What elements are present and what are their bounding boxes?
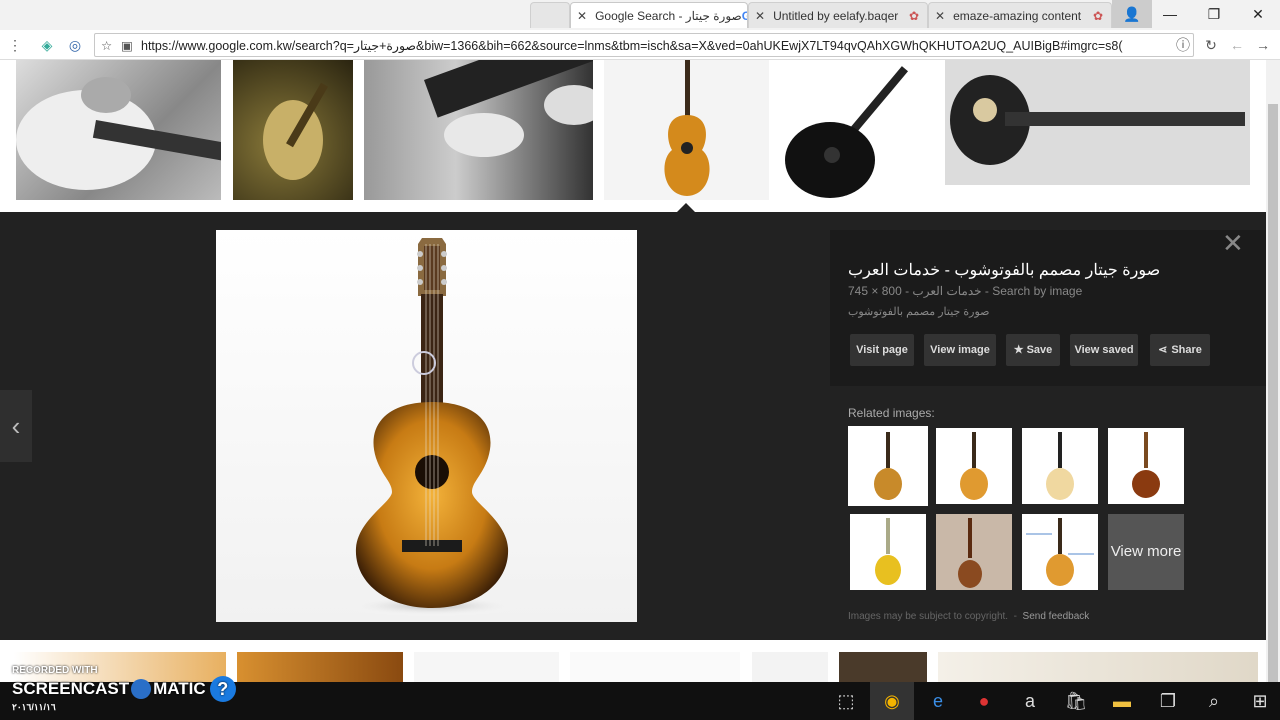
preview-description: صورة جيتار مصمم بالفوتوشوب [848, 306, 990, 318]
extension-icon[interactable]: ◎ [64, 34, 86, 56]
preview-meta: خدمات العرب - 800 × 745 - Search by imag… [848, 284, 1083, 298]
result-thumbnail[interactable] [570, 652, 740, 682]
tab-label: emaze-amazing content [953, 8, 1082, 23]
toolbar: ⋮ ◈ ◎ ☆ ▣ https://www.google.com.kw/sear… [0, 30, 1280, 60]
result-thumbnail-selected[interactable] [604, 60, 769, 200]
result-thumbnail[interactable] [16, 60, 221, 200]
result-thumbnail[interactable] [364, 60, 593, 200]
snip-tool-icon[interactable]: ⬚ [824, 682, 868, 720]
amazon-icon[interactable]: a [1008, 682, 1052, 720]
info-icon[interactable]: ⓘ [1172, 34, 1194, 56]
reload-icon[interactable]: ↻ [1200, 34, 1222, 56]
view-more-button[interactable]: View more [1108, 514, 1184, 590]
tab-google-search[interactable]: ✕ صورة جيتار - Google Search G [570, 2, 748, 28]
save-button[interactable]: ★ Save [1006, 334, 1060, 366]
close-icon[interactable]: ✕ [1222, 228, 1244, 259]
new-tab-button[interactable] [530, 2, 570, 28]
scrollbar[interactable] [1266, 60, 1280, 684]
copyright-note: Images may be subject to copyright. - Se… [848, 611, 1090, 622]
tab-strip: ✕ صورة جيتار - Google Search G ✕ Untitle… [0, 0, 1280, 30]
result-thumbnail[interactable] [414, 652, 559, 682]
back-icon[interactable]: ← [1226, 34, 1248, 56]
watermark-line2: SCREENCAST [12, 679, 130, 698]
task-view-icon[interactable]: ❐ [1146, 682, 1190, 720]
share-label: Share [1171, 343, 1202, 356]
watermark-line1: RECORDED WITH [12, 665, 98, 676]
scrollbar-thumb[interactable] [1268, 104, 1278, 684]
share-icon: ⋖ [1158, 343, 1168, 356]
related-thumbnail[interactable] [936, 428, 1012, 504]
related-section: Related images: View more Images may be … [830, 386, 1266, 640]
search-icon[interactable]: ⌕ [1192, 682, 1236, 720]
related-thumbnail[interactable] [936, 514, 1012, 590]
result-thumbnail[interactable] [945, 60, 1250, 185]
screencast-logo-icon [131, 679, 152, 699]
menu-dots-icon[interactable]: ⋮ [4, 34, 26, 56]
record-icon[interactable]: ● [962, 682, 1006, 720]
image-results: ‹ › [0, 60, 1266, 682]
result-thumbnail[interactable] [839, 652, 927, 682]
view-saved-button[interactable]: View saved [1070, 334, 1138, 366]
watermark-line3: MATIC [153, 679, 206, 698]
tab-untitled[interactable]: ✕ Untitled by eelafy.baqer ✿ [748, 2, 928, 28]
share-button[interactable]: ⋖ Share [1150, 334, 1210, 366]
star-icon[interactable]: ☆ [101, 38, 112, 53]
preview-title[interactable]: صورة جيتار مصمم بالفوتوشوب - خدمات العرب [848, 260, 1248, 280]
related-thumbnail[interactable] [850, 514, 926, 590]
tab-label: Untitled by eelafy.baqer [773, 8, 899, 23]
result-thumbnail[interactable] [752, 652, 828, 682]
emaze-favicon-icon: ✿ [1092, 8, 1103, 23]
page-icon: ▣ [121, 38, 133, 53]
forward-icon[interactable]: → [1252, 34, 1274, 56]
help-icon[interactable]: ? [209, 676, 236, 702]
tab-label: صورة جيتار - Google Search [595, 8, 742, 23]
close-icon[interactable]: ✕ [935, 9, 945, 23]
related-thumbnail[interactable] [848, 426, 928, 506]
result-thumbnail[interactable] [233, 60, 353, 200]
close-icon[interactable]: ✕ [577, 9, 587, 23]
result-thumbnail[interactable] [237, 652, 403, 682]
star-icon: ★ [1013, 343, 1024, 356]
chrome-icon[interactable]: ◉ [870, 682, 914, 720]
extension-icon[interactable]: ◈ [36, 34, 58, 56]
preview-image[interactable] [216, 230, 637, 622]
watermark-date: ٢٠١٦/١١/١٦ [12, 702, 56, 712]
recording-watermark: RECORDED WITH SCREENCAST MATIC ? ٢٠١٦/١١… [12, 665, 236, 713]
windows-start-icon[interactable]: ⊞ [1238, 682, 1280, 720]
edge-icon[interactable]: e [916, 682, 960, 720]
related-thumbnail[interactable] [1022, 514, 1098, 590]
tab-emaze[interactable]: ✕ emaze-amazing content ✿ [928, 2, 1112, 28]
user-profile-icon[interactable]: 👤 [1112, 0, 1152, 28]
send-feedback-link[interactable]: Send feedback [1023, 611, 1090, 622]
chevron-left-icon[interactable]: ‹ [0, 390, 32, 462]
preview-info: ✕ صورة جيتار مصمم بالفوتوشوب - خدمات الع… [830, 228, 1266, 640]
related-label: Related images: [848, 406, 935, 420]
minimize-icon[interactable]: — [1148, 0, 1192, 28]
save-label: Save [1026, 343, 1053, 356]
image-preview-panel: ‹ › [0, 212, 1266, 640]
result-thumbnail[interactable] [780, 60, 932, 200]
emaze-favicon-icon: ✿ [908, 8, 919, 23]
selection-pointer [677, 203, 695, 212]
restore-icon[interactable]: ❐ [1192, 0, 1236, 28]
visit-page-button[interactable]: Visit page [850, 334, 914, 366]
view-image-button[interactable]: View image [924, 334, 996, 366]
address-bar[interactable]: ☆ ▣ https://www.google.com.kw/search?q=ص… [94, 33, 1194, 57]
result-thumbnail[interactable] [938, 652, 1258, 682]
close-window-icon[interactable]: ✕ [1236, 0, 1280, 28]
url-text: https://www.google.com.kw/search?q=صورة+… [141, 38, 1123, 53]
close-icon[interactable]: ✕ [755, 9, 765, 23]
file-explorer-icon[interactable]: ▬ [1100, 682, 1144, 720]
copyright-text: Images may be subject to copyright. [848, 611, 1009, 622]
related-thumbnail[interactable] [1022, 428, 1098, 504]
store-icon[interactable]: 🛍 [1054, 682, 1098, 720]
related-thumbnail[interactable] [1108, 428, 1184, 504]
